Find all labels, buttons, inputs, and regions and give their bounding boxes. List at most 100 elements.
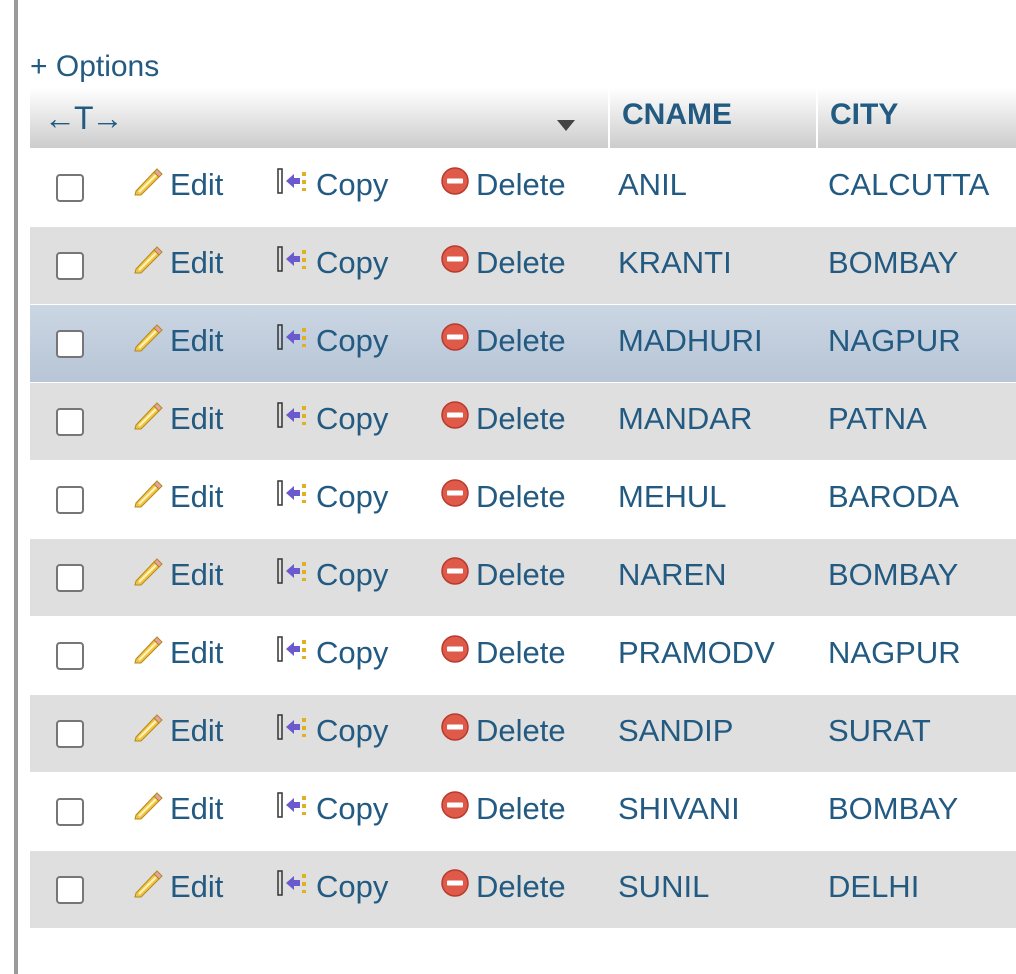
delete-icon [440,478,470,516]
cell-city[interactable]: NAGPUR [828,635,961,671]
edit-link[interactable]: Edit [132,868,223,906]
delete-link[interactable]: Delete [440,166,566,204]
cell-city[interactable]: BOMBAY [828,791,958,827]
copy-link[interactable]: Copy [276,790,388,828]
row-checkbox[interactable] [56,642,84,670]
row-checkbox[interactable] [56,720,84,748]
copy-link[interactable]: Copy [276,556,388,594]
cell-city[interactable]: BOMBAY [828,557,958,593]
results-table: ←T→ CNAME CITY Edit Copy Delete ANIL CALCUTT… [30,88,1016,928]
copy-icon [276,478,310,516]
delete-icon [440,166,470,204]
copy-icon [276,556,310,594]
table-row[interactable]: Edit Copy Delete MEHUL BARODA [30,460,1016,538]
table-header: ←T→ CNAME CITY [30,88,1016,148]
delete-link[interactable]: Delete [440,634,566,672]
copy-label: Copy [316,869,389,904]
cell-cname[interactable]: SUNIL [618,869,709,905]
cell-city[interactable]: PATNA [828,401,927,437]
edit-label: Edit [170,791,224,826]
copy-link[interactable]: Copy [276,400,388,438]
edit-label: Edit [170,869,224,904]
options-link[interactable]: + Options [30,50,159,84]
cell-cname[interactable]: MEHUL [618,479,727,515]
cell-cname[interactable]: MADHURI [618,323,763,359]
cell-city[interactable]: DELHI [828,869,919,905]
column-header-city[interactable]: CITY [830,98,898,132]
copy-link[interactable]: Copy [276,478,388,516]
cell-cname[interactable]: KRANTI [618,245,732,281]
row-checkbox[interactable] [56,174,84,202]
edit-label: Edit [170,167,224,202]
cell-cname[interactable]: ANIL [618,167,687,203]
delete-link[interactable]: Delete [440,790,566,828]
delete-label: Delete [476,245,566,280]
edit-link[interactable]: Edit [132,478,223,516]
copy-link[interactable]: Copy [276,868,388,906]
row-checkbox[interactable] [56,564,84,592]
delete-link[interactable]: Delete [440,478,566,516]
edit-label: Edit [170,635,224,670]
table-row[interactable]: Edit Copy Delete SANDIP SURAT [30,694,1016,772]
row-checkbox[interactable] [56,486,84,514]
cell-cname[interactable]: PRAMODV [618,635,775,671]
edit-link[interactable]: Edit [132,790,223,828]
cell-cname[interactable]: SHIVANI [618,791,740,827]
copy-link[interactable]: Copy [276,244,388,282]
edit-link[interactable]: Edit [132,166,223,204]
delete-icon [440,400,470,438]
row-checkbox[interactable] [56,330,84,358]
table-row[interactable]: Edit Copy Delete SUNIL DELHI [30,850,1016,928]
pencil-icon [132,634,164,672]
copy-label: Copy [316,167,389,202]
copy-link[interactable]: Copy [276,634,388,672]
copy-label: Copy [316,557,389,592]
row-checkbox[interactable] [56,408,84,436]
delete-link[interactable]: Delete [440,322,566,360]
cell-city[interactable]: CALCUTTA [828,167,989,203]
cell-city[interactable]: NAGPUR [828,323,961,359]
edit-label: Edit [170,479,224,514]
sort-triangle-icon[interactable] [557,120,575,131]
delete-link[interactable]: Delete [440,244,566,282]
table-row[interactable]: Edit Copy Delete ANIL CALCUTTA [30,148,1016,226]
pencil-icon [132,478,164,516]
copy-icon [276,868,310,906]
edit-link[interactable]: Edit [132,634,223,672]
delete-link[interactable]: Delete [440,400,566,438]
table-row[interactable]: Edit Copy Delete MADHURI NAGPUR [30,304,1016,382]
table-row[interactable]: Edit Copy Delete NAREN BOMBAY [30,538,1016,616]
delete-link[interactable]: Delete [440,868,566,906]
pencil-icon [132,790,164,828]
cell-city[interactable]: BARODA [828,479,959,515]
delete-link[interactable]: Delete [440,556,566,594]
row-checkbox[interactable] [56,876,84,904]
column-resize-arrows[interactable]: ←T→ [44,100,124,137]
column-header-cname[interactable]: CNAME [622,98,732,132]
delete-label: Delete [476,635,566,670]
edit-link[interactable]: Edit [132,244,223,282]
cell-cname[interactable]: SANDIP [618,713,733,749]
edit-link[interactable]: Edit [132,556,223,594]
row-checkbox[interactable] [56,252,84,280]
edit-link[interactable]: Edit [132,400,223,438]
cell-city[interactable]: BOMBAY [828,245,958,281]
delete-label: Delete [476,791,566,826]
table-row[interactable]: Edit Copy Delete MANDAR PATNA [30,382,1016,460]
delete-link[interactable]: Delete [440,712,566,750]
delete-label: Delete [476,869,566,904]
edit-link[interactable]: Edit [132,322,223,360]
pencil-icon [132,556,164,594]
copy-link[interactable]: Copy [276,712,388,750]
table-row[interactable]: Edit Copy Delete PRAMODV NAGPUR [30,616,1016,694]
copy-link[interactable]: Copy [276,166,388,204]
row-checkbox[interactable] [56,798,84,826]
edit-link[interactable]: Edit [132,712,223,750]
copy-icon [276,400,310,438]
table-row[interactable]: Edit Copy Delete KRANTI BOMBAY [30,226,1016,304]
table-row[interactable]: Edit Copy Delete SHIVANI BOMBAY [30,772,1016,850]
cell-city[interactable]: SURAT [828,713,931,749]
cell-cname[interactable]: MANDAR [618,401,752,437]
copy-link[interactable]: Copy [276,322,388,360]
cell-cname[interactable]: NAREN [618,557,727,593]
